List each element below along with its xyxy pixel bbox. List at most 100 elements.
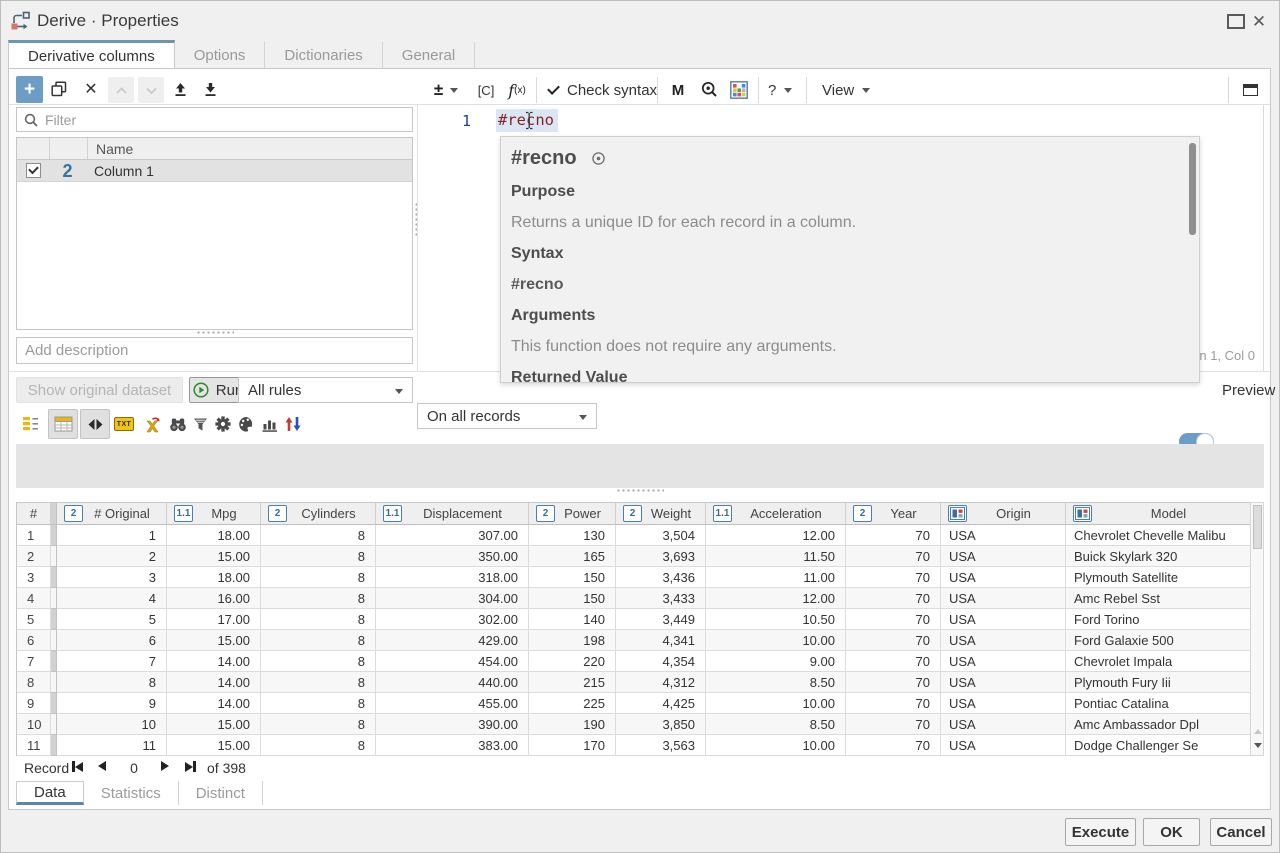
grid-cell[interactable]: 8 — [261, 714, 376, 735]
ok-button[interactable]: OK — [1143, 818, 1200, 846]
match-case-button[interactable]: M — [668, 80, 688, 100]
grid-cell[interactable]: 70 — [846, 672, 941, 693]
grid-cell[interactable]: 70 — [846, 546, 941, 567]
grid-cell[interactable]: 4,312 — [616, 672, 706, 693]
grid-cell[interactable]: 215 — [529, 672, 616, 693]
grid-cell[interactable]: 1 — [17, 525, 51, 546]
grid-cell[interactable]: 440.00 — [376, 672, 529, 693]
record-current-value[interactable]: 0 — [118, 760, 150, 776]
grid-cell[interactable]: 70 — [846, 693, 941, 714]
grid-cell[interactable]: 7 — [57, 651, 167, 672]
grid-cell[interactable]: Chevrolet Impala — [1066, 651, 1251, 672]
grid-cell[interactable]: 11.50 — [706, 546, 846, 567]
grid-cell[interactable]: 130 — [529, 525, 616, 546]
grid-cell[interactable]: 4,341 — [616, 630, 706, 651]
grid-cell[interactable]: 220 — [529, 651, 616, 672]
grid-cell[interactable]: USA — [941, 693, 1066, 714]
grid-cell[interactable]: 3,436 — [616, 567, 706, 588]
grid-cell[interactable]: Ford Galaxie 500 — [1066, 630, 1251, 651]
move-up-button[interactable] — [108, 77, 134, 103]
export-columns-icon[interactable] — [169, 78, 191, 100]
export-text-icon[interactable]: TXT — [109, 409, 139, 439]
grid-cell[interactable]: 150 — [529, 588, 616, 609]
grid-cell[interactable]: 350.00 — [376, 546, 529, 567]
horizontal-resize-handle[interactable] — [616, 489, 664, 492]
grid-cell[interactable]: 10 — [57, 714, 167, 735]
grid-cell[interactable]: 9 — [17, 693, 51, 714]
insert-column-ref-button[interactable]: [C] — [474, 80, 498, 100]
tab-dictionaries[interactable]: Dictionaries — [265, 42, 382, 69]
grid-header-cylinders[interactable]: 2Cylinders — [261, 503, 376, 525]
grid-cell[interactable]: 4,425 — [616, 693, 706, 714]
grid-cell[interactable]: 165 — [529, 546, 616, 567]
grid-cell[interactable]: 8 — [261, 588, 376, 609]
horizontal-resize-handle[interactable] — [196, 331, 234, 334]
grid-cell[interactable]: 70 — [846, 567, 941, 588]
grid-cell[interactable]: 225 — [529, 693, 616, 714]
grid-cell[interactable]: 6 — [17, 630, 51, 651]
grid-header-weight[interactable]: 2Weight — [616, 503, 706, 525]
grid-cell[interactable]: 10.00 — [706, 630, 846, 651]
color-grid-icon[interactable] — [729, 80, 749, 100]
grid-cell[interactable]: 170 — [529, 735, 616, 756]
fit-columns-icon[interactable] — [80, 409, 110, 439]
column-view-icon[interactable] — [15, 409, 45, 439]
grid-cell[interactable]: 8 — [261, 693, 376, 714]
grid-cell[interactable]: 8 — [261, 525, 376, 546]
bottom-tab-data[interactable]: Data — [16, 781, 84, 805]
grid-cell[interactable]: 2 — [57, 546, 167, 567]
grid-cell[interactable]: 383.00 — [376, 735, 529, 756]
grid-cell[interactable]: 15.00 — [167, 630, 261, 651]
grid-cell[interactable]: 3,563 — [616, 735, 706, 756]
grid-cell[interactable]: 455.00 — [376, 693, 529, 714]
bottom-tab-statistics[interactable]: Statistics — [84, 781, 179, 805]
grid-cell[interactable]: 8.50 — [706, 714, 846, 735]
grid-cell[interactable]: Plymouth Fury Iii — [1066, 672, 1251, 693]
grid-header-power[interactable]: 2Power — [529, 503, 616, 525]
grid-cell[interactable]: 318.00 — [376, 567, 529, 588]
grid-cell[interactable]: 11.00 — [706, 567, 846, 588]
grid-cell[interactable]: 3 — [57, 567, 167, 588]
grid-cell[interactable]: 70 — [846, 651, 941, 672]
cancel-button[interactable]: Cancel — [1210, 818, 1272, 846]
sort-icon[interactable] — [278, 409, 308, 439]
grid-cell[interactable]: 14.00 — [167, 651, 261, 672]
grid-header-model[interactable]: Model — [1066, 503, 1251, 525]
grid-header-displacement[interactable]: 1.1Displacement — [376, 503, 529, 525]
eye-icon[interactable] — [591, 151, 606, 166]
grid-cell[interactable]: Amc Ambassador Dpl — [1066, 714, 1251, 735]
grid-header-year[interactable]: 2Year — [846, 503, 941, 525]
grid-cell[interactable]: USA — [941, 672, 1066, 693]
grid-scrollbar[interactable] — [1250, 502, 1264, 756]
scroll-down-icon[interactable] — [1254, 743, 1262, 748]
grid-cell[interactable]: 304.00 — [376, 588, 529, 609]
maximize-editor-button[interactable] — [1241, 82, 1259, 98]
grid-header-origin[interactable]: Origin — [941, 503, 1066, 525]
record-next-button[interactable] — [161, 761, 169, 771]
grid-cell[interactable]: 6 — [57, 630, 167, 651]
grid-cell[interactable]: Pontiac Catalina — [1066, 693, 1251, 714]
table-view-icon[interactable] — [48, 409, 78, 439]
grid-cell[interactable]: 10.50 — [706, 609, 846, 630]
grid-cell[interactable]: 190 — [529, 714, 616, 735]
grid-cell[interactable]: USA — [941, 609, 1066, 630]
rules-dropdown[interactable]: All rules — [238, 377, 413, 403]
grid-cell[interactable]: 5 — [57, 609, 167, 630]
grid-cell[interactable]: USA — [941, 714, 1066, 735]
grid-cell[interactable]: Ford Torino — [1066, 609, 1251, 630]
grid-header-original[interactable]: 2# Original — [57, 503, 167, 525]
grid-cell[interactable]: 454.00 — [376, 651, 529, 672]
grid-cell[interactable]: 8 — [261, 567, 376, 588]
grid-cell[interactable]: 70 — [846, 525, 941, 546]
column-list-item[interactable]: 2 Column 1 — [17, 160, 412, 182]
insert-function-button[interactable]: f(x) — [504, 78, 530, 102]
grid-cell[interactable]: 10 — [17, 714, 51, 735]
view-dropdown[interactable]: View — [822, 80, 870, 100]
grid-cell[interactable]: 17.00 — [167, 609, 261, 630]
grid-cell[interactable]: 429.00 — [376, 630, 529, 651]
grid-cell[interactable]: 3,433 — [616, 588, 706, 609]
window-close-button[interactable]: ✕ — [1250, 12, 1268, 30]
grid-cell[interactable]: 8 — [261, 651, 376, 672]
grid-cell[interactable]: 4 — [17, 588, 51, 609]
execute-button[interactable]: Execute — [1065, 818, 1136, 846]
